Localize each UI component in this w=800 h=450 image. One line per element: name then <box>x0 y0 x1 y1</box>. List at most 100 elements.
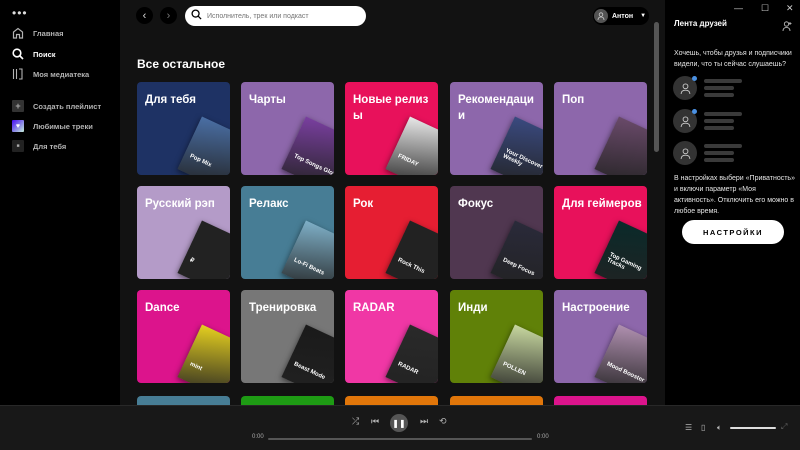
volume-slider[interactable] <box>730 427 776 429</box>
back-button[interactable]: ‹ <box>136 7 153 24</box>
repeat-icon[interactable]: ⟲ <box>439 416 447 427</box>
library-icon <box>12 68 24 80</box>
search-input[interactable] <box>207 12 357 20</box>
sidebar-item-label: Любимые треки <box>33 121 93 131</box>
category-card[interactable] <box>450 396 543 405</box>
placeholder-line <box>704 79 742 83</box>
placeholder-line <box>704 158 734 162</box>
category-card[interactable]: Dance mint <box>137 290 230 383</box>
playlist-item[interactable]: ■ Для тебя <box>12 140 66 152</box>
category-card[interactable]: Для геймеров Top Gaming Tracks <box>554 186 647 279</box>
sidebar-item-search[interactable]: Поиск <box>12 48 56 60</box>
cover-text: Top Songs Global <box>292 153 334 175</box>
user-menu[interactable]: Антон ▼ <box>593 7 649 25</box>
category-cover-image: Mood Booster <box>594 324 647 383</box>
playlist-icon: ■ <box>12 140 24 152</box>
cover-text: ₽ <box>188 257 195 265</box>
category-card[interactable]: Поп <box>554 82 647 175</box>
category-card[interactable] <box>137 396 230 405</box>
sidebar-item-home[interactable]: Главная <box>12 27 64 39</box>
placeholder-line <box>704 144 742 148</box>
category-card[interactable]: RADAR RADAR <box>345 290 438 383</box>
friend-activity-panel: — ☐ ✕ Лента друзей Хочешь, чтобы друзья … <box>665 0 800 405</box>
volume-icon[interactable]: 🔈︎ <box>717 423 722 433</box>
category-title: Для геймеров <box>562 198 642 210</box>
sidebar-item-label: Для тебя <box>33 141 67 151</box>
search-icon <box>191 7 202 25</box>
shuffle-icon[interactable]: ⤮ <box>352 416 359 427</box>
category-card[interactable]: Фокус Deep Focus <box>450 186 543 279</box>
close-icon[interactable]: ✕ <box>786 3 794 14</box>
category-title: Настроение <box>562 302 630 314</box>
category-cover-image: POLLEN <box>490 324 543 383</box>
friends-prompt: Хочешь, чтобы друзья и подписчики видели… <box>674 50 792 68</box>
cover-text: POLLEN <box>501 361 527 378</box>
settings-button[interactable]: НАСТРОЙКИ <box>682 220 784 244</box>
category-cover-image: mint <box>177 324 230 383</box>
category-card[interactable]: Релакс Lo-Fi Beats <box>241 186 334 279</box>
cover-text: Top Gaming Tracks <box>605 251 643 273</box>
more-dots-icon[interactable]: ••• <box>12 6 28 20</box>
player-bar: ⤮ ⏮ ❚❚ ⏭ ⟲ 0:00 0:00 ☰ ▯ 🔈︎ ⤢ <box>0 405 800 450</box>
category-card[interactable]: Русский рэп ₽ <box>137 186 230 279</box>
chevron-right-icon: › <box>166 9 171 22</box>
scrollbar[interactable] <box>654 22 659 152</box>
category-card[interactable] <box>241 396 334 405</box>
category-card[interactable]: Тренировка Beast Mode <box>241 290 334 383</box>
online-dot <box>692 76 697 81</box>
progress-bar[interactable] <box>268 438 532 440</box>
placeholder-line <box>704 93 734 97</box>
forward-button[interactable]: › <box>160 7 177 24</box>
category-title: Фокус <box>458 198 494 210</box>
chevron-left-icon: ‹ <box>142 9 147 22</box>
placeholder-line <box>704 119 734 123</box>
search-bar[interactable] <box>185 6 366 26</box>
placeholder-line <box>704 126 734 130</box>
panel-title: Лента друзей <box>674 19 727 28</box>
search-icon <box>12 48 24 60</box>
category-title: RADAR <box>353 302 395 314</box>
maximize-icon[interactable]: ☐ <box>761 3 769 14</box>
category-title: Dance <box>145 302 180 314</box>
cover-text: Beast Mode <box>292 361 326 382</box>
category-cover-image: Lo-Fi Beats <box>281 220 334 279</box>
user-name: Антон <box>612 12 634 20</box>
sidebar: ••• Главная Поиск Моя медиатека + Создат… <box>0 0 120 405</box>
category-card[interactable] <box>554 396 647 405</box>
category-cover-image <box>594 116 647 175</box>
cover-text: Pop Mix <box>188 153 213 169</box>
queue-icon[interactable]: ☰ <box>685 423 692 432</box>
category-title: Поп <box>562 94 585 106</box>
minimize-icon[interactable]: — <box>734 3 743 13</box>
category-title: Рекомендации <box>458 94 534 122</box>
category-card[interactable]: Новые релизы FRIDAY <box>345 82 438 175</box>
add-friend-icon[interactable] <box>782 18 792 36</box>
category-card[interactable]: Для тебя Pop Mix <box>137 82 230 175</box>
previous-icon[interactable]: ⏮ <box>371 416 379 427</box>
create-playlist-button[interactable]: + Создать плейлист <box>12 100 101 112</box>
category-cover-image: FRIDAY <box>385 116 438 175</box>
category-card[interactable]: Инди POLLEN <box>450 290 543 383</box>
friend-placeholder <box>673 76 773 106</box>
cover-text: FRIDAY <box>396 153 420 169</box>
main-content: ‹ › Антон ▼ Все остальное Для тебя Pop Mi… <box>120 0 665 405</box>
caret-down-icon: ▼ <box>640 13 647 19</box>
category-title: Релакс <box>249 198 289 210</box>
category-card[interactable]: Рекомендации Your Discover Weekly <box>450 82 543 175</box>
category-card[interactable]: Настроение Mood Booster <box>554 290 647 383</box>
category-cover-image: Your Discover Weekly <box>490 116 543 175</box>
pause-button[interactable]: ❚❚ <box>390 414 408 432</box>
category-cover-image: Top Songs Global <box>281 116 334 175</box>
category-title: Рок <box>353 198 374 210</box>
sidebar-item-library[interactable]: Моя медиатека <box>12 68 89 80</box>
next-icon[interactable]: ⏭ <box>420 416 428 427</box>
placeholder-line <box>704 112 742 116</box>
liked-songs-item[interactable]: ♥ Любимые треки <box>12 120 93 132</box>
online-dot <box>692 109 697 114</box>
category-card[interactable]: Рок Rock This <box>345 186 438 279</box>
elapsed-time: 0:00 <box>252 434 264 440</box>
category-card[interactable]: Чарты Top Songs Global <box>241 82 334 175</box>
category-card[interactable] <box>345 396 438 405</box>
fullscreen-icon[interactable]: ⤢ <box>781 422 787 432</box>
devices-icon[interactable]: ▯ <box>701 423 705 432</box>
